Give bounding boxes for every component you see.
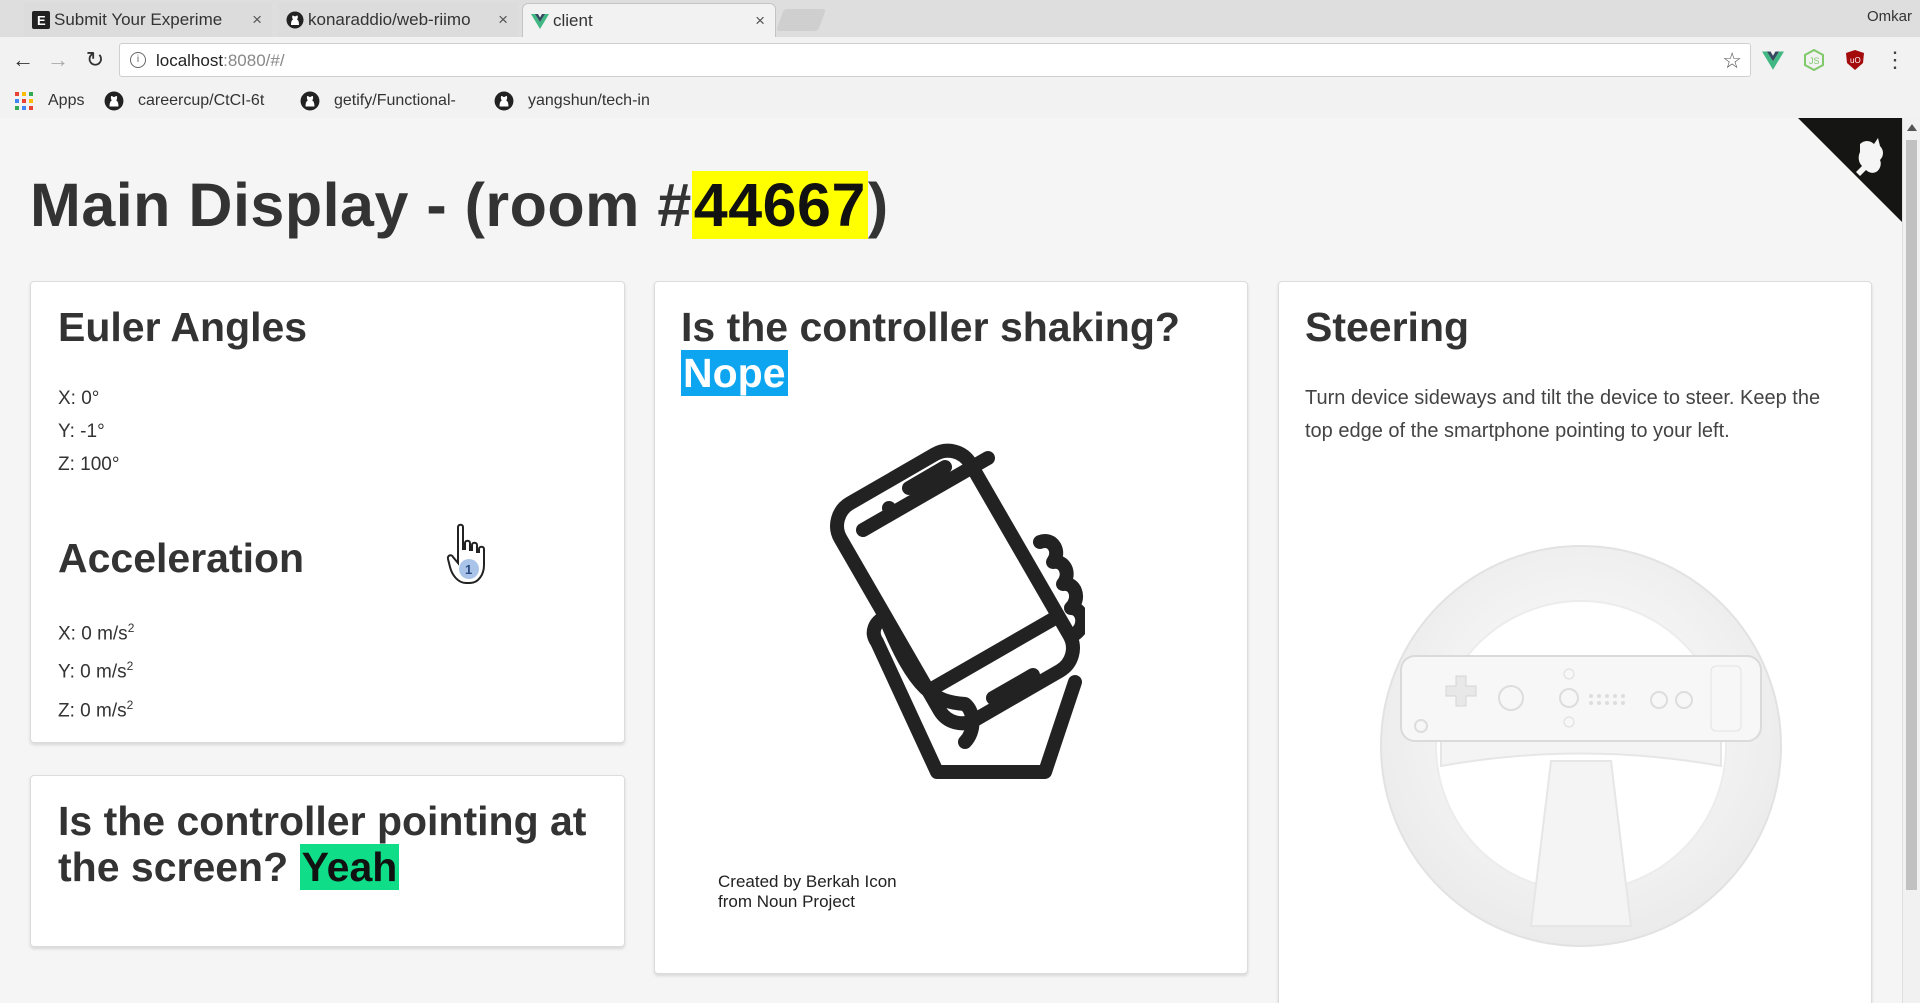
address-bar[interactable]: i localhost:8080/#/ ☆	[119, 43, 1751, 77]
svg-text:uO: uO	[1850, 56, 1861, 65]
github-icon	[494, 91, 514, 111]
sensor-card: Euler Angles X: 0° Y: -1° Z: 100° Accele…	[30, 281, 625, 743]
info-icon[interactable]: i	[130, 52, 146, 68]
close-tab-icon[interactable]: ×	[252, 10, 262, 30]
github-corner-icon[interactable]	[1798, 118, 1902, 222]
icon-credit: Created by Berkah Icon from Noun Project	[718, 872, 897, 911]
tab-client[interactable]: client ×	[522, 3, 776, 37]
page-scrollbar[interactable]	[1902, 118, 1920, 1003]
shaking-question: Is the controller shaking? Nope	[681, 304, 1180, 396]
pointing-card: Is the controller pointing at the screen…	[30, 775, 625, 947]
bookmark-star-icon[interactable]: ☆	[1722, 48, 1742, 74]
euler-x: X: 0°	[58, 388, 100, 409]
browser-toolbar: ← → ↻ i localhost:8080/#/ ☆ JS uO ⋮	[0, 37, 1920, 84]
url-text[interactable]: localhost:8080/#/	[156, 51, 285, 71]
forward-arrow-icon[interactable]: →	[45, 47, 71, 73]
acceleration-z: Z: 0 m/s2	[58, 697, 134, 721]
page-content: Main Display - (room #44667) Euler Angle…	[0, 118, 1902, 1003]
tab-github-web-riimote[interactable]: konaraddio/web-riimo ×	[278, 3, 518, 37]
steering-heading: Steering	[1305, 304, 1470, 350]
bookmarks-bar: Apps careercup/CtCI-6t getify/Functional…	[0, 84, 1920, 119]
browser-menu-icon[interactable]: ⋮	[1884, 45, 1906, 75]
github-icon	[286, 11, 304, 29]
steering-wheel-icon	[1380, 545, 1782, 947]
steering-description: Turn device sideways and tilt the device…	[1305, 387, 1821, 442]
github-icon	[300, 91, 320, 111]
vue-icon	[531, 12, 549, 30]
room-number: 44667	[691, 171, 868, 239]
bookmark-getify[interactable]: getify/Functional-	[300, 90, 474, 112]
tab-title: Submit Your Experime	[54, 10, 223, 29]
vue-devtools-extension-icon[interactable]	[1762, 49, 1784, 71]
back-arrow-icon[interactable]: ←	[10, 47, 36, 73]
svg-text:E: E	[37, 13, 46, 28]
scroll-up-arrow-icon[interactable]	[1907, 124, 1917, 131]
bookmark-careercup[interactable]: careercup/CtCI-6t	[104, 90, 276, 112]
acceleration-values: X: 0 m/s2 Y: 0 m/s2 Z: 0 m/s2	[58, 612, 134, 727]
ublock-extension-icon[interactable]: uO	[1844, 49, 1866, 71]
scrollbar-thumb[interactable]	[1906, 140, 1917, 890]
tab-submit-experiment[interactable]: E Submit Your Experime ×	[24, 3, 272, 37]
euler-y: Y: -1°	[58, 421, 105, 442]
pointing-answer: Yeah	[299, 844, 400, 890]
shaking-card: Is the controller shaking? Nope Created b…	[654, 281, 1248, 974]
bookmark-apps[interactable]: Apps	[14, 90, 84, 112]
new-tab-button[interactable]	[775, 9, 827, 31]
svg-text:JS: JS	[1809, 56, 1820, 66]
e-favicon-icon: E	[32, 11, 50, 29]
tab-title: client	[553, 10, 593, 30]
euler-values: X: 0° Y: -1° Z: 100°	[58, 382, 119, 481]
euler-angles-heading: Euler Angles	[58, 304, 308, 350]
page-title: Main Display - (room #44667)	[30, 171, 889, 239]
close-tab-icon[interactable]: ×	[755, 11, 765, 31]
acceleration-y: Y: 0 m/s2	[58, 659, 134, 683]
hand-cursor-icon: 1	[446, 523, 485, 584]
apps-grid-icon	[14, 91, 34, 111]
nodejs-extension-icon[interactable]: JS	[1803, 48, 1825, 72]
close-tab-icon[interactable]: ×	[498, 10, 508, 30]
phone-in-hand-icon	[830, 443, 1085, 779]
pointing-question: Is the controller pointing at the screen…	[58, 798, 587, 890]
steering-card: Steering Turn device sideways and tilt t…	[1278, 281, 1872, 1003]
acceleration-heading: Acceleration	[58, 535, 305, 581]
reload-icon[interactable]: ↻	[82, 47, 108, 73]
tab-title: konaraddio/web-riimo	[308, 10, 471, 29]
tab-bar: E Submit Your Experime × konaraddio/web-…	[0, 0, 1920, 37]
svg-text:1: 1	[465, 562, 472, 577]
bookmark-yangshun[interactable]: yangshun/tech-in	[494, 90, 668, 112]
github-icon	[104, 91, 124, 111]
profile-name[interactable]: Omkar	[1867, 8, 1912, 25]
shaking-answer: Nope	[681, 350, 788, 396]
acceleration-x: X: 0 m/s2	[58, 621, 135, 645]
euler-z: Z: 100°	[58, 454, 120, 475]
